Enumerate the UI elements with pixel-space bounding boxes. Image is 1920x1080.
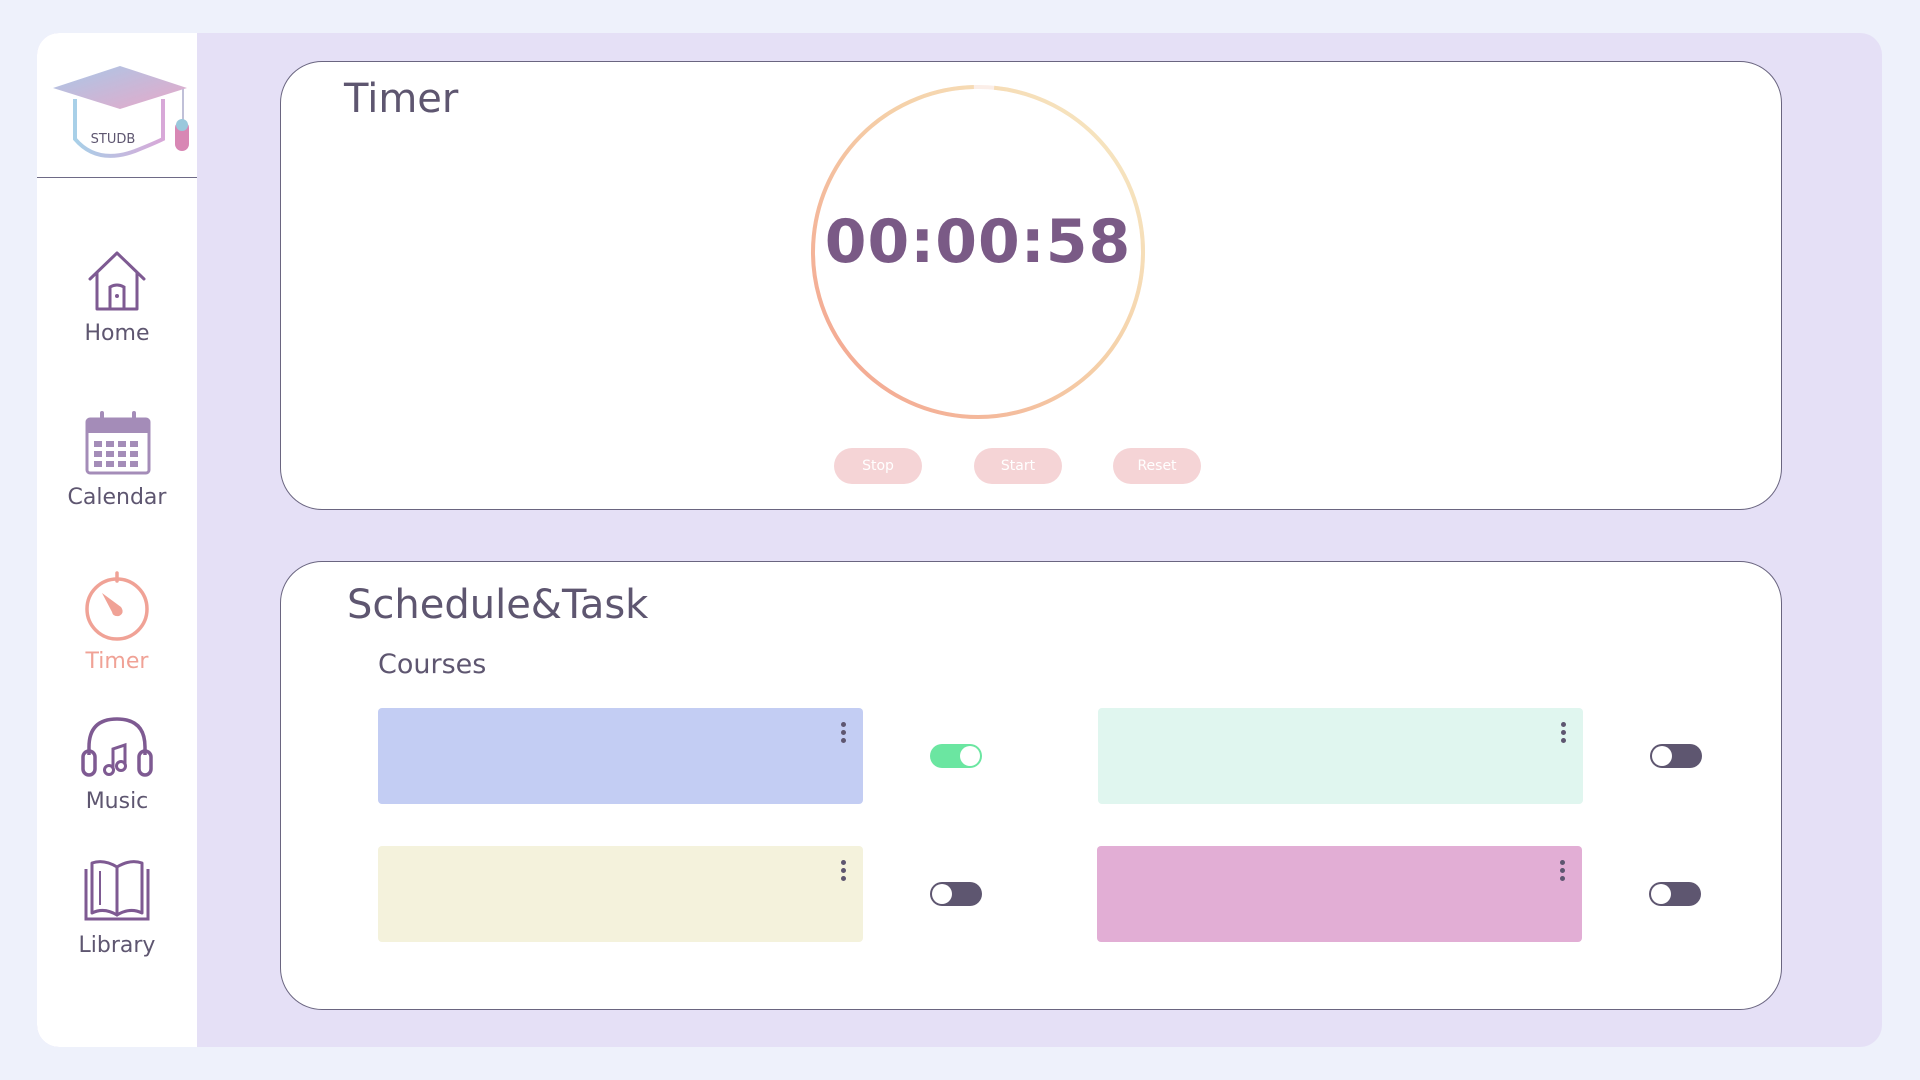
more-options-icon[interactable]	[1558, 860, 1566, 886]
sidebar-item-home[interactable]: Home	[37, 245, 197, 346]
calendar-icon	[85, 411, 151, 475]
sidebar-item-music[interactable]: Music	[37, 713, 197, 814]
reset-button[interactable]: Reset	[1113, 448, 1201, 484]
timer-card: Timer 00:00:58 Stop Start Reset	[280, 61, 1782, 510]
app-logo[interactable]: STUDB	[45, 61, 190, 161]
sidebar: STUDB Home Calendar Timer Music Library	[37, 33, 197, 1047]
course-toggle[interactable]	[1649, 882, 1701, 906]
home-icon	[88, 251, 146, 311]
app-window: STUDB Home Calendar Timer Music Library …	[37, 33, 1882, 1047]
headphones-icon	[81, 717, 153, 777]
more-options-icon[interactable]	[1559, 722, 1567, 748]
sidebar-item-calendar[interactable]: Calendar	[37, 409, 197, 510]
courses-heading: Courses	[378, 649, 487, 680]
logo-text: STUDB	[91, 132, 136, 147]
sidebar-item-label: Music	[85, 789, 149, 814]
more-options-icon[interactable]	[839, 860, 847, 886]
sidebar-divider	[37, 177, 197, 178]
sidebar-item-label: Library	[78, 933, 156, 958]
timer-title: Timer	[344, 76, 459, 122]
graduation-cap-logo-icon: STUDB	[53, 66, 189, 158]
schedule-title: Schedule&Task	[347, 582, 649, 628]
course-toggle[interactable]	[1650, 744, 1702, 768]
course-card[interactable]	[378, 846, 863, 942]
sidebar-item-library[interactable]: Library	[37, 857, 197, 958]
timer-icon	[85, 571, 149, 641]
course-toggle[interactable]	[930, 744, 982, 768]
sidebar-item-label: Timer	[85, 649, 149, 674]
sidebar-item-label: Calendar	[67, 485, 167, 510]
more-options-icon[interactable]	[839, 722, 847, 748]
course-card[interactable]	[1098, 708, 1583, 804]
course-toggle[interactable]	[930, 882, 982, 906]
course-card[interactable]	[1097, 846, 1582, 942]
timer-display: 00:00:58	[824, 207, 1132, 277]
sidebar-item-timer[interactable]: Timer	[37, 571, 197, 674]
book-icon	[84, 860, 150, 921]
start-button[interactable]: Start	[974, 448, 1062, 484]
schedule-card: Schedule&Task Courses	[280, 561, 1782, 1010]
sidebar-item-label: Home	[84, 321, 150, 346]
course-card[interactable]	[378, 708, 863, 804]
stop-button[interactable]: Stop	[834, 448, 922, 484]
